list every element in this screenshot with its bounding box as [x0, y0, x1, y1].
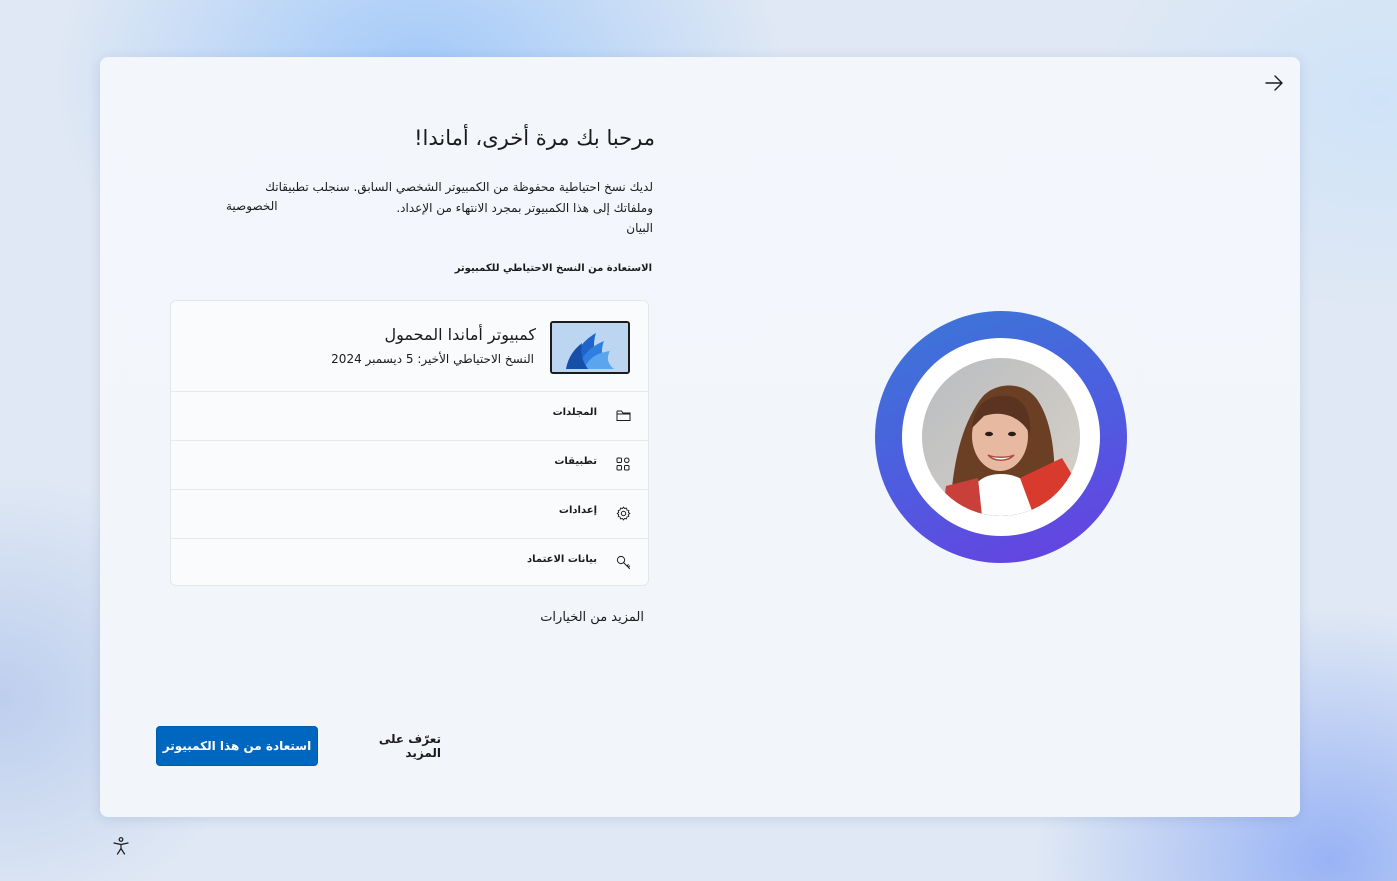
- backup-item-label: إعدادات: [558, 505, 597, 516]
- accessibility-button[interactable]: [109, 834, 133, 858]
- avatar-ring: [875, 311, 1127, 563]
- description-line-1: لديك نسخ احتياطية محفوظة من الكمبيوتر ال…: [265, 180, 653, 194]
- backup-item-settings[interactable]: إعدادات: [171, 489, 648, 539]
- avatar-inner-ring: [902, 338, 1100, 536]
- backup-item-label: تطبيقات: [554, 456, 597, 467]
- windows-bloom-icon: [552, 323, 628, 372]
- learn-more-button[interactable]: تعرّف على المزيد: [345, 726, 441, 766]
- folder-icon: [615, 407, 631, 423]
- restore-button[interactable]: استعادة من هذا الكمبيوتر: [156, 726, 318, 766]
- backup-item-credentials[interactable]: بيانات الاعتماد: [171, 538, 648, 587]
- backup-item-folders[interactable]: المجلدات: [171, 391, 648, 441]
- section-label: الاستعادة من النسخ الاحتياطي للكمبيوتر: [454, 263, 652, 274]
- backup-card: كمبيوتر أماندا المحمول النسخ الاحتياطي ا…: [170, 300, 649, 586]
- backup-item-label: المجلدات: [552, 407, 597, 418]
- apps-icon: [615, 456, 631, 472]
- pc-thumbnail: [550, 321, 630, 374]
- more-options-link[interactable]: المزيد من الخيارات: [540, 610, 644, 625]
- next-arrow-button[interactable]: [1262, 71, 1286, 95]
- profile-photo: [922, 358, 1080, 516]
- backup-item-apps[interactable]: تطبيقات: [171, 440, 648, 490]
- key-icon: [615, 554, 631, 570]
- last-backup-date: النسخ الاحتياطي الأخير: 5 ديسمبر 2024: [331, 352, 534, 366]
- gear-icon: [615, 505, 631, 521]
- arrow-right-icon: [1265, 75, 1283, 91]
- pc-name: كمبيوتر أماندا المحمول: [384, 325, 536, 344]
- privacy-link[interactable]: الخصوصية: [226, 199, 278, 213]
- page-title: مرحبا بك مرة أخرى، أماندا!: [414, 126, 655, 150]
- avatar: [922, 358, 1080, 516]
- backup-pc-row[interactable]: كمبيوتر أماندا المحمول النسخ الاحتياطي ا…: [171, 301, 648, 392]
- backup-item-label: بيانات الاعتماد: [526, 554, 597, 565]
- description-line-3: البيان: [626, 221, 653, 235]
- accessibility-icon: [113, 837, 129, 855]
